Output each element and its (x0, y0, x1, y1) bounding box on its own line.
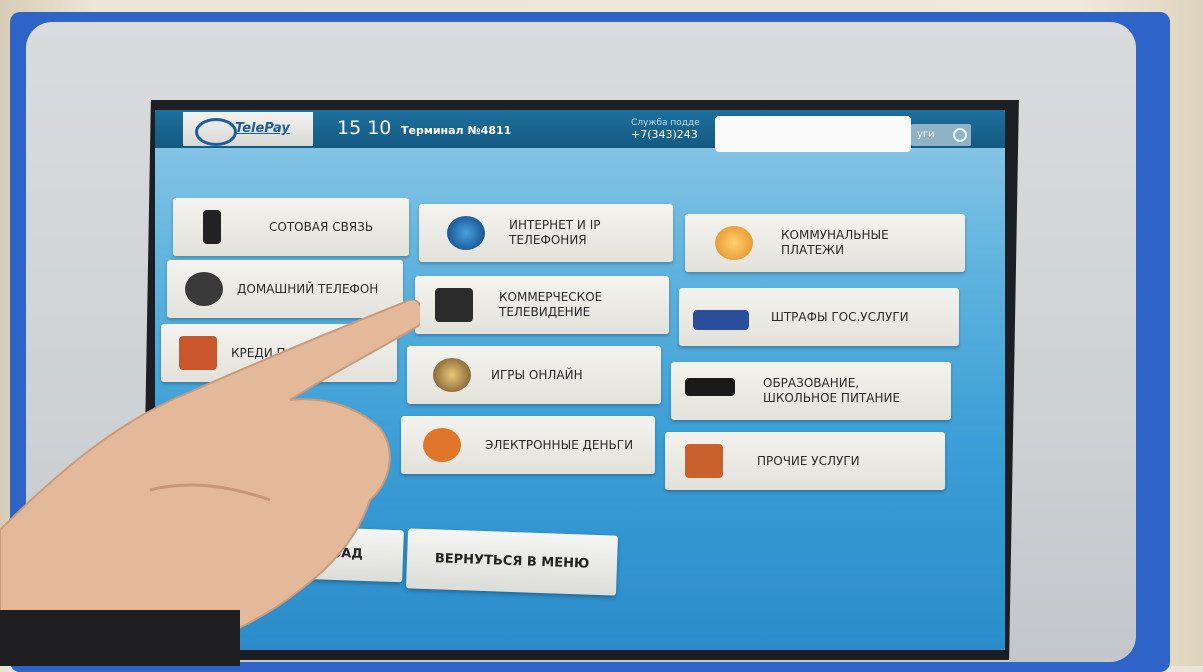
globe-icon (447, 216, 485, 250)
support-phone: +7(343)243 (631, 128, 698, 141)
tile-label: КОММУНАЛЬНЫЕ ПЛАТЕЖИ (781, 228, 889, 257)
tile-label: ОБРАЗОВАНИЕ, ШКОЛЬНОЕ ПИТАНИЕ (763, 376, 901, 405)
tile-other[interactable]: ПРОЧИЕ УСЛУГИ (665, 432, 945, 490)
police-car-icon (693, 310, 749, 330)
globe-logo-icon (195, 118, 237, 146)
tile-label: ШТРАФЫ ГОС.УСЛУГИ (771, 309, 909, 324)
tile-label: ИНТЕРНЕТ И IP ТЕЛЕФОНИЯ (509, 218, 601, 247)
jacket-sleeve (0, 610, 240, 666)
tile-commercial-tv[interactable]: КОММЕРЧЕСКОЕ ТЕЛЕВИДЕНИЕ (415, 276, 669, 334)
tile-fines[interactable]: ШТРАФЫ ГОС.УСЛУГИ (679, 288, 959, 346)
tile-education[interactable]: ОБРАЗОВАНИЕ, ШКОЛЬНОЕ ПИТАНИЕ (671, 362, 951, 420)
tile-label: КОММЕРЧЕСКОЕ ТЕЛЕВИДЕНИЕ (499, 290, 603, 319)
terminal-number: Терминал №4811 (401, 124, 512, 137)
support-label: Служба подде (631, 118, 700, 128)
roulette-icon (433, 358, 471, 392)
email-money-icon (423, 428, 461, 462)
tile-label: ИГРЫ ОНЛАЙН (491, 367, 583, 382)
tile-label: СОТОВАЯ СВЯЗЬ (269, 219, 374, 234)
glare (715, 116, 911, 152)
tv-icon (435, 288, 473, 322)
tile-games[interactable]: ИГРЫ ОНЛАЙН (407, 346, 661, 404)
search-icon (953, 128, 967, 142)
tile-internet[interactable]: ИНТЕРНЕТ И IP ТЕЛЕФОНИЯ (419, 204, 673, 262)
search-button[interactable]: уги (911, 124, 971, 146)
logo-text: TelePay (235, 121, 290, 136)
clock: 15 10 (337, 117, 392, 139)
tile-label: ЭЛЕКТРОННЫЕ ДЕНЬГИ (485, 437, 634, 452)
box-icon (685, 444, 723, 478)
tile-utilities[interactable]: КОММУНАЛЬНЫЕ ПЛАТЕЖИ (685, 214, 965, 272)
search-label: уги (917, 129, 935, 140)
tile-label: ПРОЧИЕ УСЛУГИ (757, 453, 860, 468)
phone-icon (203, 210, 221, 244)
telepay-logo: TelePay (183, 112, 313, 146)
graduation-cap-icon (685, 378, 735, 396)
tile-emoney[interactable]: ЭЛЕКТРОННЫЕ ДЕНЬГИ (401, 416, 655, 474)
main-menu-button[interactable]: ВЕРНУТЬСЯ В МЕНЮ (406, 528, 618, 596)
tile-mobile[interactable]: СОТОВАЯ СВЯЗЬ (173, 198, 409, 256)
header-bar: TelePay 15 10 Терминал №4811 Служба подд… (155, 110, 1005, 152)
lightbulb-icon (715, 226, 753, 260)
